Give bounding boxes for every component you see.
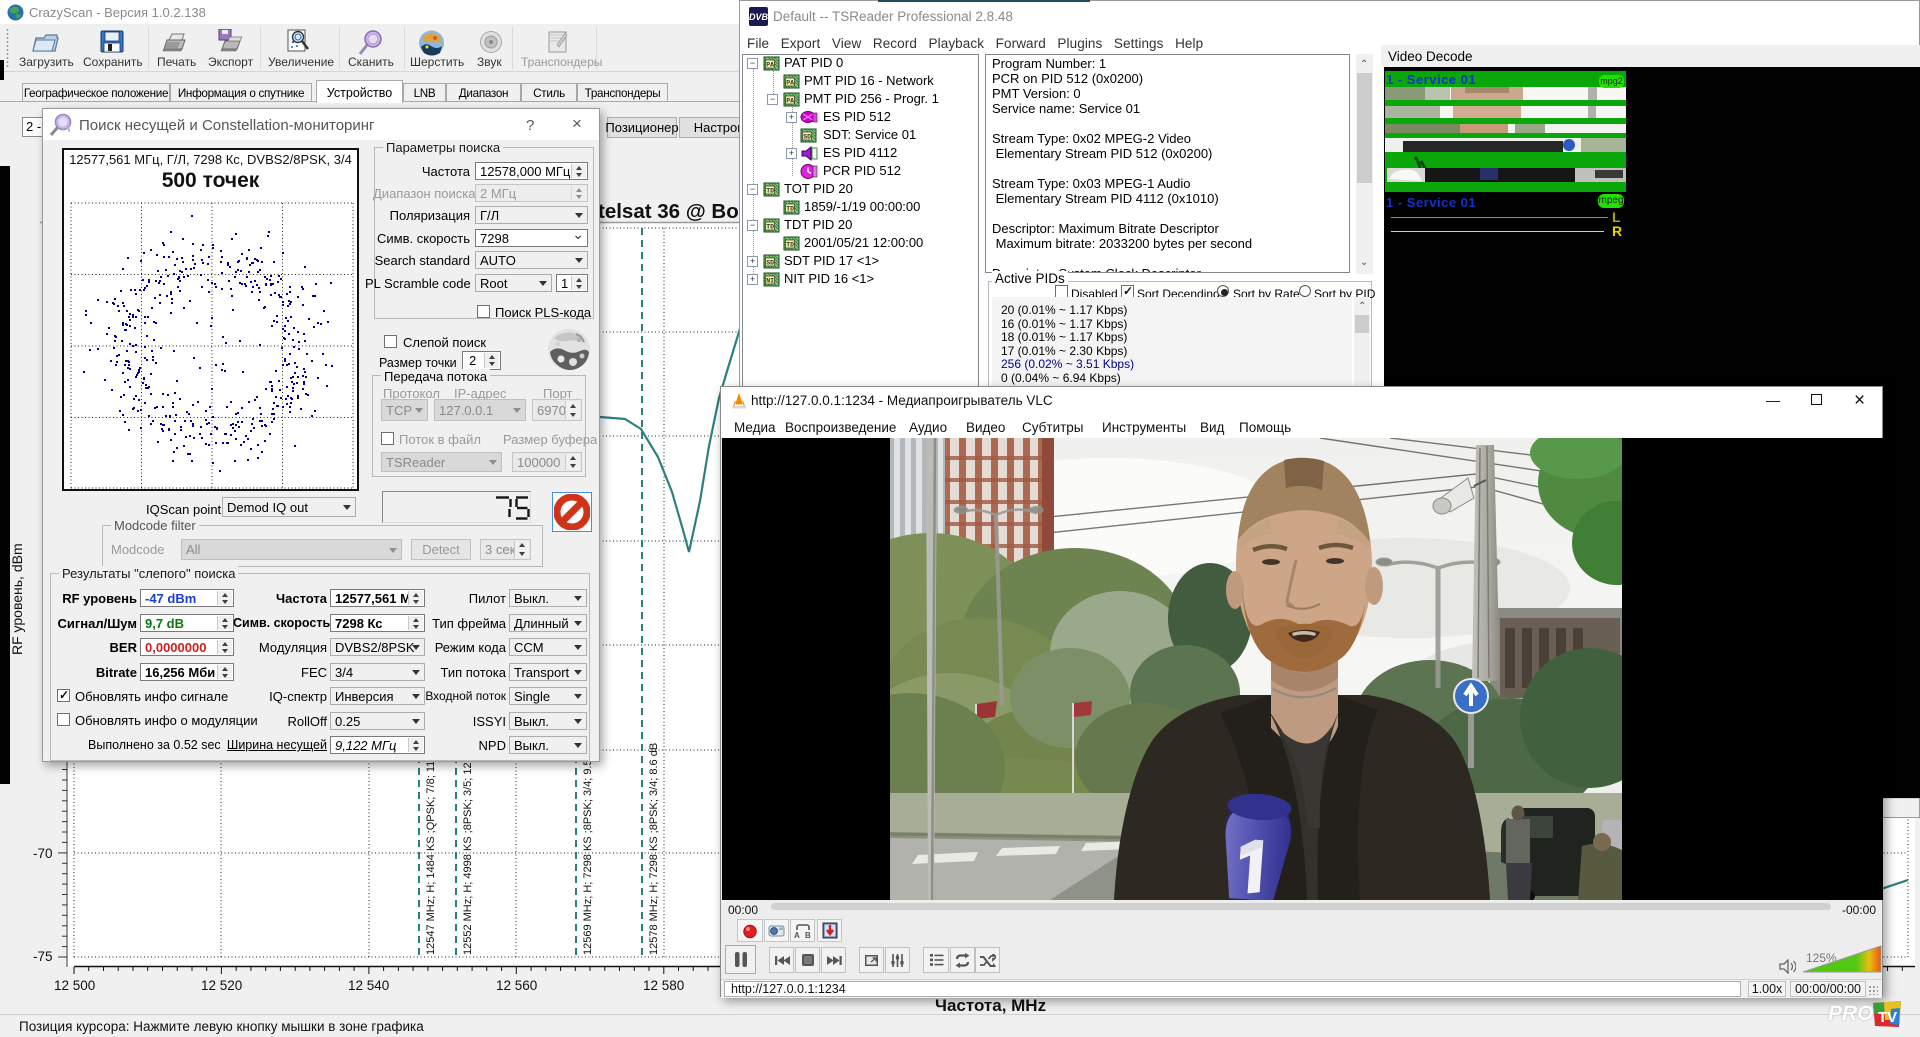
- svg-text:NI: NI: [766, 277, 774, 284]
- svg-text:-75: -75: [33, 949, 53, 964]
- svg-text:RF уровень, dBm: RF уровень, dBm: [9, 543, 25, 655]
- svg-text:PA: PA: [786, 79, 794, 86]
- svg-text:B: B: [805, 931, 811, 939]
- svg-text:TD: TD: [766, 187, 774, 194]
- svg-text:12569 MHz; H; 7298 KS ;8PSK; 3: 12569 MHz; H; 7298 KS ;8PSK; 3/4; 9.5 d: [582, 750, 594, 955]
- svg-text:A: A: [794, 931, 800, 939]
- svg-text:SD: SD: [766, 259, 774, 266]
- svg-text:12552 MHz; H; 4998 KS ;8PSK; 3: 12552 MHz; H; 4998 KS ;8PSK; 3/5; 12.3: [462, 753, 474, 955]
- svg-text:TV: TV: [1878, 1009, 1897, 1026]
- svg-text:12 520: 12 520: [201, 978, 242, 993]
- svg-text:PA: PA: [766, 61, 774, 68]
- svg-text:Частота, MHz: Частота, MHz: [935, 996, 1046, 1014]
- svg-text:12 500: 12 500: [54, 978, 95, 993]
- svg-text:TD: TD: [786, 241, 794, 248]
- svg-text:12547 MHz; H; 1484 KS ;QPSK; 7: 12547 MHz; H; 1484 KS ;QPSK; 7/8; 11.2: [425, 752, 437, 955]
- svg-text:telsat 36 @ Bork: telsat 36 @ Bork: [598, 200, 759, 223]
- svg-text:12 580: 12 580: [643, 978, 684, 993]
- svg-text:12 540: 12 540: [348, 978, 389, 993]
- svg-text:SD: SD: [803, 133, 811, 140]
- svg-text:-70: -70: [33, 846, 53, 861]
- svg-text:12578 MHz; H; 7298 KS ;8PSK; 3: 12578 MHz; H; 7298 KS ;8PSK; 3/4; 8.6 dB: [648, 743, 660, 955]
- svg-text:TD: TD: [766, 223, 774, 230]
- svg-text:PA: PA: [786, 97, 794, 104]
- svg-text:12 560: 12 560: [496, 978, 537, 993]
- svg-text:TD: TD: [786, 205, 794, 212]
